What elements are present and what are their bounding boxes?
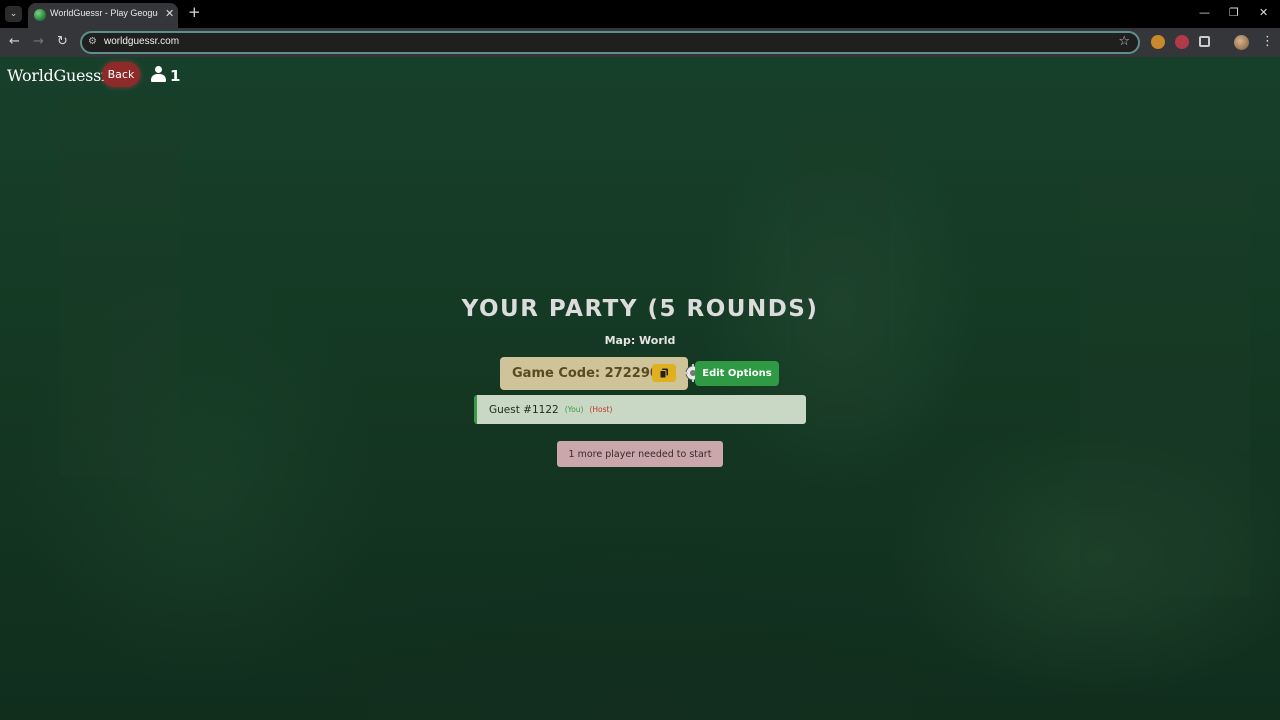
browser-toolbar: ← → ↻ ⚙ worldguessr.com ☆: [0, 28, 1280, 57]
app-logo[interactable]: WorldGuessr: [7, 66, 109, 85]
start-status-button[interactable]: 1 more player needed to start: [557, 441, 723, 467]
map-label: Map: World: [604, 334, 676, 347]
address-bar[interactable]: ⚙ worldguessr.com ☆: [80, 31, 1140, 54]
tab-title: WorldGuessr - Play Geoguessr: [50, 8, 158, 18]
game-code-text: Game Code: 272290: [512, 366, 659, 381]
extensions-puzzle-icon[interactable]: [1199, 36, 1210, 47]
url-text[interactable]: worldguessr.com: [104, 36, 179, 47]
party-title: YOUR PARTY (5 ROUNDS): [461, 296, 819, 322]
host-badge: (Host): [589, 405, 613, 414]
background-tower: [790, 117, 890, 417]
background-building: [1080, 177, 1250, 597]
player-count: 1: [170, 67, 181, 85]
back-arrow-icon[interactable]: ←: [9, 34, 20, 50]
bookmark-star-icon[interactable]: ☆: [1118, 34, 1130, 49]
edit-options-button[interactable]: Edit Options: [695, 361, 779, 386]
background-building: [60, 97, 180, 477]
tab-search-icon[interactable]: ⌄: [5, 6, 22, 22]
browser-tab-active[interactable]: WorldGuessr - Play Geoguessr ✕: [28, 3, 178, 28]
game-page: WorldGuessr Back 1 YOUR PARTY (5 ROUNDS)…: [0, 57, 1280, 720]
player-list-item: Guest #1122 (You) (Host): [474, 395, 806, 424]
game-code-box: Game Code: 272290: [500, 357, 688, 390]
reload-icon[interactable]: ↻: [57, 34, 68, 50]
you-badge: (You): [564, 405, 584, 414]
site-info-icon[interactable]: ⚙: [88, 36, 97, 47]
forward-arrow-icon[interactable]: →: [33, 34, 44, 50]
extension-cookie-icon[interactable]: [1151, 35, 1165, 49]
site-favicon-icon: [34, 9, 46, 21]
restore-window-button[interactable]: ❐: [1229, 6, 1239, 19]
copy-icon[interactable]: [652, 364, 676, 382]
back-button[interactable]: Back: [102, 62, 140, 87]
new-tab-button[interactable]: +: [188, 5, 201, 20]
user-icon: [151, 66, 166, 83]
browser-tab-bar: ⌄ WorldGuessr - Play Geoguessr ✕ + — ❐ ✕: [0, 0, 1280, 28]
profile-avatar[interactable]: [1234, 35, 1249, 50]
close-window-button[interactable]: ✕: [1259, 6, 1268, 19]
tab-close-icon[interactable]: ✕: [165, 7, 174, 20]
browser-menu-icon[interactable]: ⋮: [1261, 34, 1274, 49]
extension-badge-icon[interactable]: [1175, 35, 1189, 49]
minimize-window-button[interactable]: —: [1199, 6, 1210, 19]
player-name: Guest #1122: [489, 403, 559, 416]
